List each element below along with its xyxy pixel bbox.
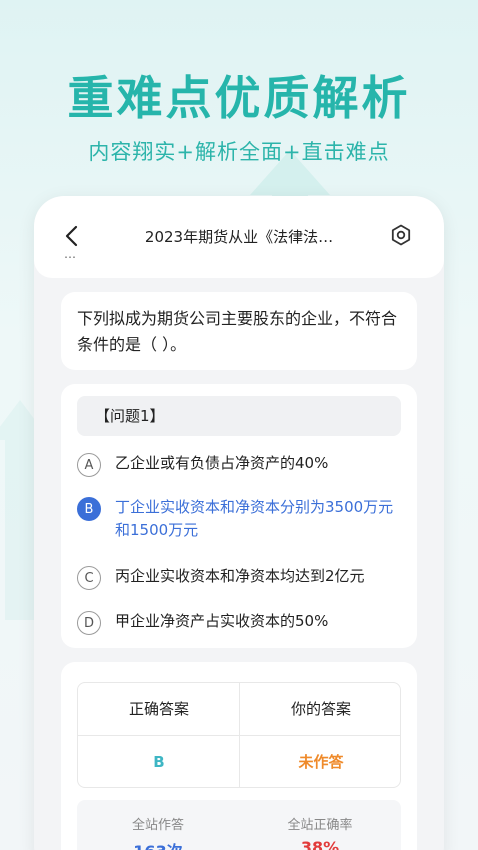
option-text: 丙企业实收资本和净资本均达到2亿元 xyxy=(115,567,365,585)
your-answer-value: 未作答 xyxy=(298,753,344,771)
option-text: 丁企业实收资本和净资本分别为3500万元和1500万元 xyxy=(115,498,394,539)
hero-subtitle: 内容翔实+解析全面+直击难点 xyxy=(88,140,390,164)
your-answer-label: 你的答案 xyxy=(290,700,351,718)
answer-card: 正确答案 你的答案 B 未作答 全站作答 全站正确率 163次 38% xyxy=(61,662,417,850)
option-text: 甲企业净资产占实收资本的50% xyxy=(115,612,329,630)
options-card: 【问题1】 A 乙企业或有负债占净资产的40% B 丁企业实收资本和净资本分别为… xyxy=(61,384,417,648)
nav-bar: 2023年期货从业《法律法… … xyxy=(34,196,444,278)
chevron-left-icon[interactable] xyxy=(62,224,82,248)
site-rate-label: 全站正确率 xyxy=(287,818,353,833)
phone-frame: 2023年期货从业《法律法… … 下列拟成为期货公司主要股东的企业，不符合条件的… xyxy=(34,196,444,850)
option-a[interactable]: A 乙企业或有负债占净资产的40% xyxy=(77,452,407,477)
settings-icon[interactable] xyxy=(390,224,412,246)
question-label: 【问题1】 xyxy=(77,396,401,436)
option-text: 乙企业或有负债占净资产的40% xyxy=(115,454,329,472)
option-d[interactable]: D 甲企业净资产占实收资本的50% xyxy=(77,610,407,635)
option-letter: C xyxy=(77,566,101,590)
question-stem: 下列拟成为期货公司主要股东的企业，不符合条件的是（ ）。 xyxy=(61,292,417,370)
site-stats: 全站作答 全站正确率 163次 38% xyxy=(77,800,401,850)
hero-title: 重难点优质解析 xyxy=(67,71,411,125)
option-b[interactable]: B 丁企业实收资本和净资本分别为3500万元和1500万元 xyxy=(77,496,407,542)
answer-table: 正确答案 你的答案 B 未作答 xyxy=(77,682,401,788)
option-letter: A xyxy=(77,453,101,477)
site-done-label: 全站作答 xyxy=(131,818,184,833)
option-c[interactable]: C 丙企业实收资本和净资本均达到2亿元 xyxy=(77,565,407,590)
correct-answer-value: B xyxy=(153,753,165,771)
site-done-value: 163次 xyxy=(77,838,239,850)
option-letter: B xyxy=(77,497,101,521)
page-title: 2023年期货从业《法律法… xyxy=(144,228,334,246)
option-letter: D xyxy=(77,611,101,635)
site-rate-value: 38% xyxy=(300,838,340,850)
correct-answer-label: 正确答案 xyxy=(128,700,189,718)
clipped-text: … xyxy=(64,252,76,260)
